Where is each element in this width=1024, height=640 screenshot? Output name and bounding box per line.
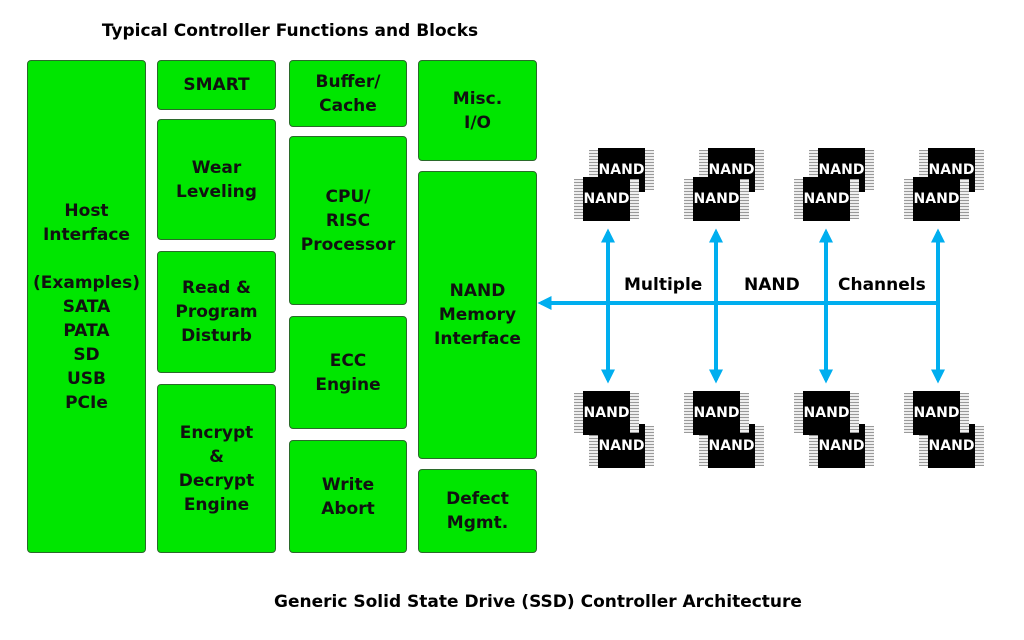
diagram-caption: Generic Solid State Drive (SSD) Controll… bbox=[274, 592, 802, 612]
nand-chip: NAND bbox=[904, 391, 969, 435]
nand-chip: NAND bbox=[574, 177, 639, 221]
channel-label: NAND bbox=[740, 275, 804, 295]
nand-chip: NAND bbox=[574, 391, 639, 435]
nand-chip: NAND bbox=[684, 391, 749, 435]
channel-label: Channels bbox=[834, 275, 930, 295]
channel-arrows bbox=[537, 228, 945, 384]
nand-chip: NAND bbox=[794, 391, 859, 435]
nand-chip: NAND bbox=[794, 177, 859, 221]
nand-chip: NAND bbox=[904, 177, 969, 221]
channel-label: Multiple bbox=[620, 275, 707, 295]
nand-chip: NAND bbox=[684, 177, 749, 221]
